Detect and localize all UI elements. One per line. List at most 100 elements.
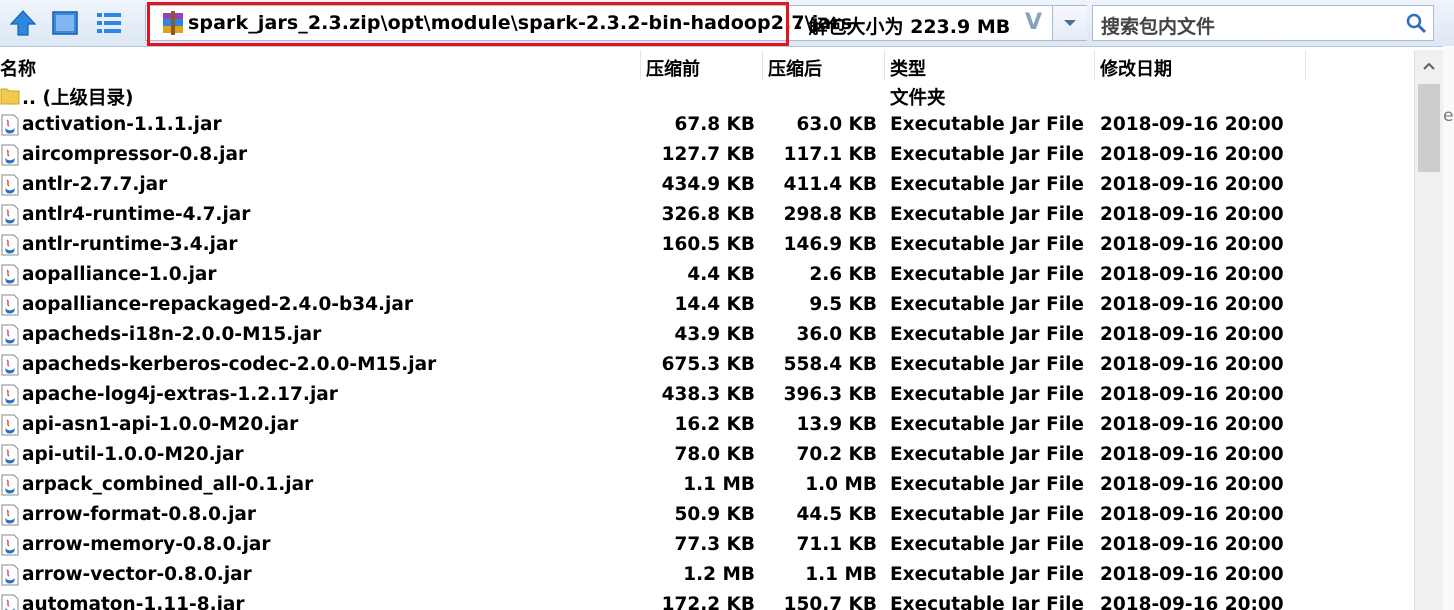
file-type: Executable Jar File (890, 384, 1084, 405)
uncompressed-size: 434.9 KB (661, 174, 755, 195)
file-name: antlr4-runtime-4.7.jar (22, 204, 251, 225)
compressed-size: 1.0 MB (805, 474, 877, 495)
file-name: antlr-2.7.7.jar (22, 174, 168, 195)
uncompressed-size: 172.2 KB (661, 594, 755, 610)
uncompressed-size: 160.5 KB (661, 234, 755, 255)
uncompressed-size: 127.7 KB (661, 144, 755, 165)
address-bar[interactable]: spark_jars_2.3.zip\opt\module\spark-2.3.… (145, 5, 1087, 41)
modified-date: 2018-09-16 20:00 (1100, 234, 1284, 255)
column-divider[interactable] (1305, 50, 1306, 80)
file-type: Executable Jar File (890, 414, 1084, 435)
modified-date: 2018-09-16 20:00 (1100, 204, 1284, 225)
uncompressed-size: 43.9 KB (674, 324, 755, 345)
jar-file-icon (1, 294, 19, 316)
uncompressed-size: 675.3 KB (661, 354, 755, 375)
file-name: arrow-memory-0.8.0.jar (22, 534, 271, 555)
scroll-up-button[interactable] (1415, 50, 1443, 82)
column-divider[interactable] (762, 50, 763, 80)
archive-path[interactable]: spark_jars_2.3.zip\opt\module\spark-2.3.… (188, 12, 852, 34)
verify-icon[interactable]: V (1025, 10, 1042, 35)
compressed-size: 63.0 KB (796, 114, 877, 135)
modified-date: 2018-09-16 20:00 (1100, 324, 1284, 345)
col-name[interactable]: 名称 (0, 55, 36, 81)
file-type: Executable Jar File (890, 354, 1084, 375)
col-before[interactable]: 压缩前 (646, 55, 700, 81)
file-row[interactable]: apacheds-i18n-2.0.0-M15.jar 43.9 KB 36.0 K… (0, 320, 1412, 350)
modified-date: 2018-09-16 20:00 (1100, 384, 1284, 405)
file-row[interactable]: arrow-memory-0.8.0.jar 77.3 KB 71.1 KB Exec… (0, 530, 1412, 560)
col-after[interactable]: 压缩后 (768, 55, 822, 81)
jar-file-icon (1, 114, 19, 136)
file-row[interactable]: aircompressor-0.8.jar 127.7 KB 117.1 KB Exe… (0, 140, 1412, 170)
file-name: aircompressor-0.8.jar (22, 144, 248, 165)
modified-date: 2018-09-16 20:00 (1100, 504, 1284, 525)
column-divider[interactable] (640, 50, 641, 80)
file-name: activation-1.1.1.jar (22, 114, 222, 135)
col-type[interactable]: 类型 (890, 55, 926, 81)
modified-date: 2018-09-16 20:00 (1100, 564, 1284, 585)
jar-file-icon (1, 204, 19, 226)
column-divider[interactable] (884, 50, 885, 80)
file-row[interactable]: arrow-format-0.8.0.jar 50.9 KB 44.5 KB Exec… (0, 500, 1412, 530)
jar-file-icon (1, 144, 19, 166)
compressed-size: 9.5 KB (809, 294, 877, 315)
file-name: apacheds-kerberos-codec-2.0.0-M15.jar (22, 354, 437, 375)
file-row[interactable]: antlr-2.7.7.jar 434.9 KB 411.4 KB Executabl… (0, 170, 1412, 200)
file-row[interactable]: antlr4-runtime-4.7.jar 326.8 KB 298.8 KB Ex… (0, 200, 1412, 230)
jar-file-icon (1, 384, 19, 406)
compressed-size: 71.1 KB (796, 534, 877, 555)
up-folder-button[interactable] (6, 6, 40, 40)
file-type: Executable Jar File (890, 504, 1084, 525)
search-button[interactable] (1403, 10, 1429, 36)
list-view-button[interactable] (92, 6, 126, 40)
file-name: arpack_combined_all-0.1.jar (22, 474, 314, 495)
jar-file-icon (1, 324, 19, 346)
file-type: 文件夹 (890, 88, 946, 109)
file-type: Executable Jar File (890, 114, 1084, 135)
file-row[interactable]: activation-1.1.1.jar 67.8 KB 63.0 KB Execut… (0, 110, 1412, 140)
file-name: aopalliance-repackaged-2.4.0-b34.jar (22, 294, 413, 315)
file-row[interactable]: aopalliance-1.0.jar 4.4 KB 2.6 KB Executabl… (0, 260, 1412, 290)
edge-letter: e (1443, 106, 1454, 126)
vertical-scrollbar[interactable] (1414, 50, 1443, 610)
file-row[interactable]: arrow-vector-0.8.0.jar 1.2 MB 1.1 MB Execut… (0, 560, 1412, 590)
jar-file-icon (1, 474, 19, 496)
jar-file-icon (1, 564, 19, 586)
view-pane-button[interactable] (48, 6, 82, 40)
compressed-size: 13.9 KB (796, 414, 877, 435)
compressed-size: 558.4 KB (783, 354, 877, 375)
file-row[interactable]: api-asn1-api-1.0.0-M20.jar 16.2 KB 13.9 KB… (0, 410, 1412, 440)
up-arrow-icon (9, 10, 37, 36)
compressed-size: 117.1 KB (783, 144, 877, 165)
view-pane-icon (52, 11, 78, 35)
file-row[interactable]: arpack_combined_all-0.1.jar 1.1 MB 1.0 MB E… (0, 470, 1412, 500)
search-input[interactable]: 搜索包内文件 (1092, 5, 1434, 41)
col-date[interactable]: 修改日期 (1100, 55, 1172, 81)
compressed-size: 411.4 KB (783, 174, 877, 195)
file-type: Executable Jar File (890, 174, 1084, 195)
parent-folder-row[interactable]: .. (上级目录) 文件夹 (0, 80, 1412, 110)
column-divider[interactable] (1094, 50, 1095, 80)
file-row[interactable]: api-util-1.0.0-M20.jar 78.0 KB 70.2 KB Exec… (0, 440, 1412, 470)
file-type: Executable Jar File (890, 534, 1084, 555)
file-name: arrow-vector-0.8.0.jar (22, 564, 252, 585)
compressed-size: 36.0 KB (796, 324, 877, 345)
uncompressed-size: 4.4 KB (687, 264, 755, 285)
file-row[interactable]: aopalliance-repackaged-2.4.0-b34.jar 14.4… (0, 290, 1412, 320)
uncompressed-size: 1.2 MB (683, 564, 755, 585)
file-row[interactable]: antlr-runtime-3.4.jar 160.5 KB 146.9 KB Exe… (0, 230, 1412, 260)
uncompressed-size: 67.8 KB (674, 114, 755, 135)
scroll-thumb[interactable] (1418, 84, 1440, 172)
file-row[interactable]: apacheds-kerberos-codec-2.0.0-M15.jar 675… (0, 350, 1412, 380)
chevron-up-icon (1423, 62, 1435, 70)
file-row[interactable]: apache-log4j-extras-1.2.17.jar 438.3 KB 39… (0, 380, 1412, 410)
file-name: api-util-1.0.0-M20.jar (22, 444, 244, 465)
file-type: Executable Jar File (890, 564, 1084, 585)
jar-file-icon (1, 444, 19, 466)
modified-date: 2018-09-16 20:00 (1100, 114, 1284, 135)
modified-date: 2018-09-16 20:00 (1100, 174, 1284, 195)
file-type: Executable Jar File (890, 474, 1084, 495)
chevron-down-icon (1064, 20, 1076, 26)
file-row[interactable]: automaton-1.11-8.jar 172.2 KB 150.7 KB Exec… (0, 590, 1412, 610)
address-dropdown-button[interactable] (1052, 6, 1087, 40)
